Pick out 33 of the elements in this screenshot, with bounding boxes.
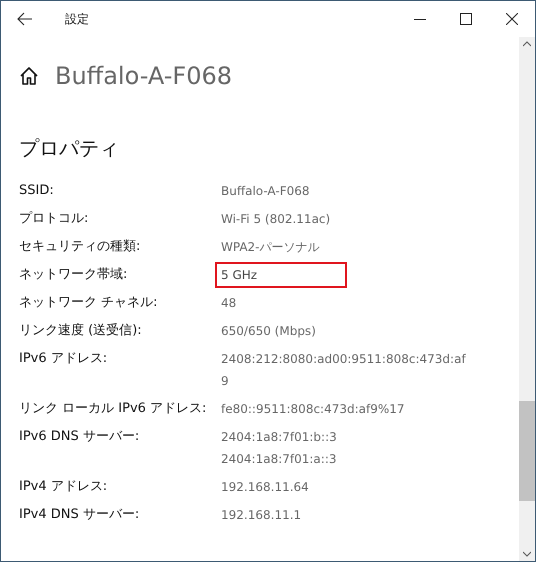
home-icon[interactable] (19, 66, 39, 86)
property-value: WPA2-パーソナル (220, 239, 321, 256)
scroll-up-icon[interactable] (523, 41, 531, 47)
property-label: IPv4 アドレス: (19, 478, 108, 496)
property-label: リンク ローカル IPv6 アドレス: (19, 400, 208, 418)
property-value: Buffalo-A-F068 (220, 183, 311, 200)
property-value: 192.168.11.64 (220, 479, 310, 496)
highlighted-value: 5 GHz (215, 262, 347, 288)
property-label: リンク速度 (送受信): (19, 322, 143, 340)
property-value: 2404:1a8:7f01:b::3 2404:1a8:7f01:a::3 (220, 429, 338, 468)
property-label: IPv6 アドレス: (19, 350, 108, 368)
back-arrow-icon (17, 12, 33, 26)
close-icon (506, 13, 518, 25)
property-label: セキュリティの種類: (19, 238, 142, 256)
scrollbar[interactable] (519, 37, 535, 561)
property-label: IPv4 DNS サーバー: (19, 506, 140, 524)
section-title: プロパティ (19, 135, 120, 162)
property-value: 192.168.11.1 (220, 507, 302, 524)
property-label: プロトコル: (19, 210, 90, 228)
window-title: 設定 (65, 10, 89, 28)
property-label: SSID: (19, 182, 55, 200)
maximize-icon (460, 13, 472, 25)
network-name: Buffalo-A-F068 (55, 62, 232, 90)
property-label: ネットワーク帯域: (19, 266, 128, 284)
scroll-down-icon[interactable] (523, 551, 531, 557)
property-value: 48 (220, 295, 238, 312)
property-value: Wi-Fi 5 (802.11ac) (220, 211, 332, 228)
scroll-thumb[interactable] (519, 401, 535, 501)
property-value: 2408:212:8080:ad00:9511:808c:473d:af 9 (220, 351, 467, 390)
property-label: IPv6 DNS サーバー: (19, 428, 140, 446)
property-label: ネットワーク チャネル: (19, 294, 159, 312)
property-value: fe80::9511:808c:473d:af9%17 (220, 401, 406, 418)
property-value: 650/650 (Mbps) (220, 323, 317, 340)
